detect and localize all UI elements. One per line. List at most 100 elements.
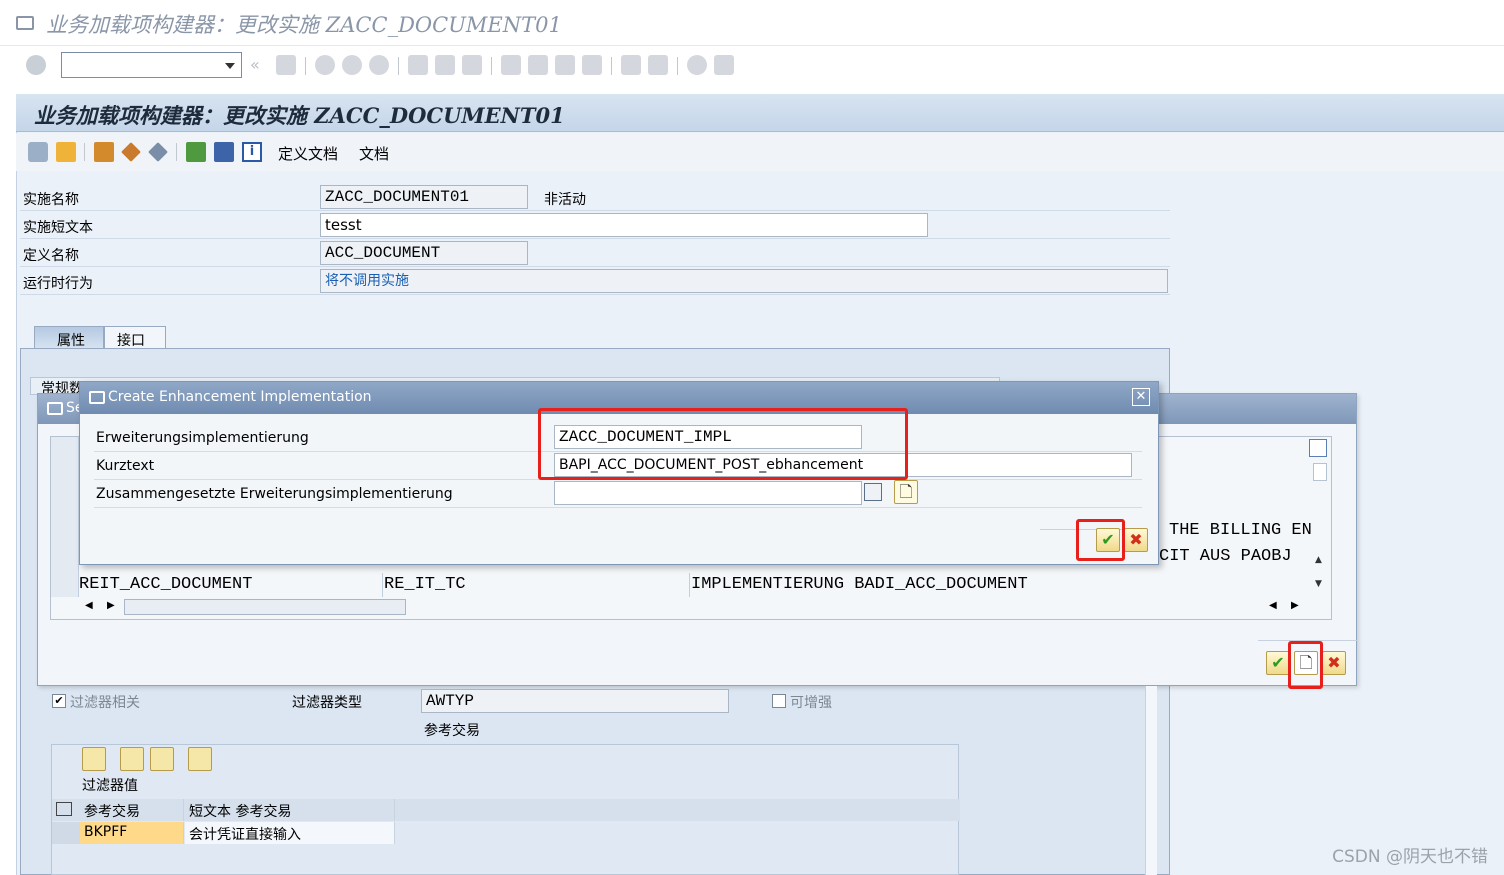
row-selector-column[interactable] (51, 437, 79, 597)
row-selector[interactable] (52, 822, 80, 844)
window-title-bar: 业务加载项构建器：更改实施 ZACC_DOCUMENT01 (0, 0, 1504, 46)
filter-values-title: 过滤器值 (82, 778, 138, 794)
next-page-icon[interactable] (555, 55, 575, 75)
create-composite-button[interactable]: 🗋 (894, 480, 918, 504)
find-icon[interactable] (435, 55, 455, 75)
extensible-label: 可增强 (790, 695, 832, 711)
highlight-box (1076, 519, 1125, 561)
composite-input[interactable] (554, 481, 862, 505)
tab-interface[interactable]: 接口 (104, 326, 166, 349)
scroll-up-icon[interactable]: ▲ (1315, 555, 1322, 565)
dialog-cancel-button[interactable]: ✖ (1124, 528, 1148, 552)
check-icon[interactable] (148, 142, 168, 162)
filter-type-label: 过滤器类型 (292, 695, 362, 711)
save-icon[interactable] (276, 55, 296, 75)
tab-attributes[interactable]: 属性 (34, 326, 104, 349)
object-list-icon[interactable] (94, 142, 114, 162)
filter-values-panel: 过滤器值 参考交易 短文本 参考交易 BKPFF 会计凭证直接输入 (51, 744, 960, 875)
print-icon[interactable] (408, 55, 428, 75)
column-header-text[interactable]: 短文本 参考交易 (185, 799, 395, 821)
display-change-icon[interactable] (28, 142, 48, 162)
impl-name-label: 实施名称 (23, 192, 79, 208)
documentation-button[interactable]: 文档 (359, 143, 389, 164)
layout-icon[interactable] (714, 55, 734, 75)
last-page-icon[interactable] (582, 55, 602, 75)
def-name-field[interactable]: ACC_DOCUMENT (320, 241, 528, 265)
toolbar-separator (398, 57, 399, 75)
dialog-menu-icon[interactable] (89, 391, 105, 404)
chevron-down-icon[interactable] (225, 63, 235, 69)
first-page-icon[interactable] (501, 55, 521, 75)
impl-name-field[interactable]: ZACC_DOCUMENT01 (320, 185, 528, 209)
cancel-icon[interactable] (369, 55, 389, 75)
double-left-icon: « (250, 55, 260, 74)
info-icon[interactable]: i (242, 142, 262, 162)
highlight-box (538, 408, 908, 480)
window-menu-icon[interactable] (16, 16, 34, 30)
def-name-row: 定义名称 (20, 239, 1170, 267)
filter-value-text[interactable]: 会计凭证直接输入 (185, 822, 395, 844)
toolbar-separator (84, 143, 85, 161)
runtime-field: 将不调用实施 (320, 269, 1168, 293)
confirm-button[interactable]: ✔ (1266, 651, 1290, 675)
composite-label: Zusammengesetzte Erweiterungsimplementie… (96, 486, 453, 502)
scroll-left-icon[interactable]: ◀ (1269, 600, 1277, 611)
scroll-left-icon[interactable]: ◀ (85, 600, 93, 611)
new-session-icon[interactable] (621, 55, 641, 75)
grid-cell-desc: THE BILLING EN (1169, 521, 1312, 540)
delete-row-icon[interactable] (150, 747, 174, 771)
scroll-right-icon[interactable]: ▶ (1291, 600, 1299, 611)
toolbar-separator (491, 57, 492, 75)
toolbar-separator (305, 57, 306, 75)
exit-icon[interactable] (342, 55, 362, 75)
grid-cell-impl[interactable]: REIT_ACC_DOCUMENT (79, 573, 383, 597)
create-enhancement-title: Create Enhancement Implementation (108, 389, 372, 405)
value-help-icon[interactable] (864, 483, 882, 501)
system-toolbar: « (0, 47, 1504, 85)
insert-row-icon[interactable] (120, 747, 144, 771)
filter-type-field[interactable]: AWTYP (421, 689, 729, 713)
detail-icon[interactable] (82, 747, 106, 771)
window-title: 业务加载项构建器：更改实施 ZACC_DOCUMENT01 (46, 13, 562, 37)
filter-relevant-label: 过滤器相关 (70, 695, 140, 711)
chart-icon[interactable] (188, 747, 212, 771)
close-icon[interactable]: ✕ (1132, 388, 1150, 406)
screen-title: 业务加载项构建器：更改实施 ZACC_DOCUMENT01 (34, 103, 565, 128)
hierarchy-icon[interactable] (186, 142, 206, 162)
toolbar-separator (176, 143, 177, 161)
impl-status: 非活动 (544, 192, 586, 208)
dialog-menu-icon[interactable] (47, 402, 63, 415)
column-header-code[interactable]: 参考交易 (80, 799, 184, 821)
filter-relevant-checkbox[interactable]: ✔ (52, 694, 66, 708)
definition-doc-button[interactable]: 定义文档 (278, 143, 338, 164)
previous-page-icon[interactable] (528, 55, 548, 75)
list-icon[interactable] (214, 142, 234, 162)
toolbar-separator (611, 57, 612, 75)
activate-icon[interactable] (56, 142, 76, 162)
short-text-field[interactable]: tesst (320, 213, 928, 237)
table-settings-icon[interactable] (56, 802, 72, 816)
vertical-scrollbar-track[interactable] (1313, 463, 1327, 481)
help-icon[interactable] (687, 55, 707, 75)
screen-header: 业务加载项构建器：更改实施 ZACC_DOCUMENT01 (16, 94, 1504, 132)
cancel-button[interactable]: ✖ (1322, 651, 1346, 675)
find-next-icon[interactable] (462, 55, 482, 75)
enter-icon[interactable] (26, 55, 46, 75)
extensible-checkbox[interactable] (772, 694, 786, 708)
grid-cell-short[interactable]: RE_IT_TC (384, 573, 690, 597)
new-document-icon: 🗋 (899, 482, 913, 501)
grid-cell-desc[interactable]: IMPLEMENTIERUNG BADI_ACC_DOCUMENT (691, 573, 1311, 597)
back-icon[interactable] (315, 55, 335, 75)
def-name-label: 定义名称 (23, 248, 79, 264)
enh-impl-label: Erweiterungsimplementierung (96, 430, 309, 446)
horizontal-scrollbar-thumb[interactable] (124, 599, 406, 615)
scroll-right-icon[interactable]: ▶ (107, 600, 115, 611)
shortcut-icon[interactable] (648, 55, 668, 75)
where-used-icon[interactable] (121, 142, 141, 162)
scroll-down-icon[interactable]: ▼ (1315, 579, 1322, 589)
layout-grid-icon[interactable] (1309, 439, 1327, 457)
toolbar-separator (677, 57, 678, 75)
short-text-label: 实施短文本 (23, 220, 93, 236)
filter-value-code[interactable]: BKPFF (80, 822, 184, 844)
command-field[interactable] (61, 52, 242, 78)
